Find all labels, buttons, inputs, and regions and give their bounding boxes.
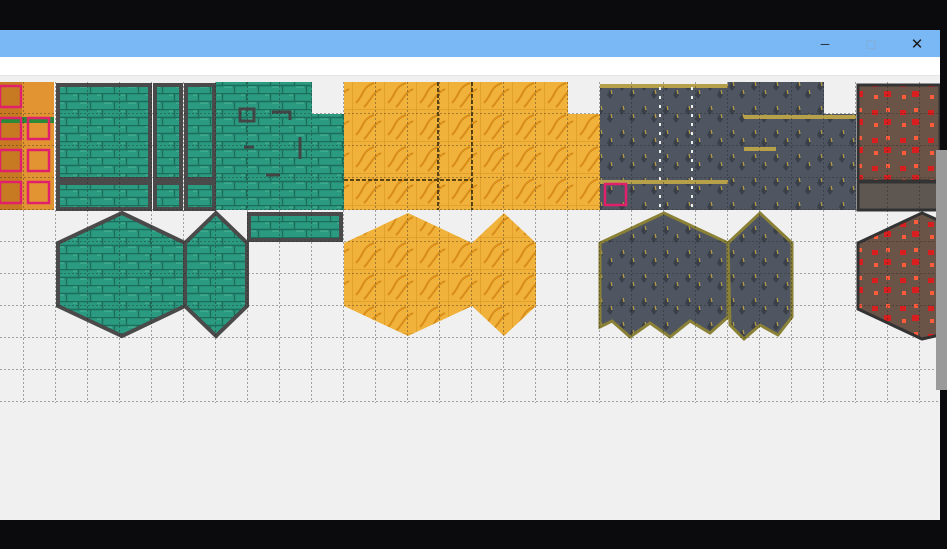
tileset-editor-window: ─ □ ✕ [0,30,940,520]
grid-overlay [0,82,940,403]
tileset-canvas[interactable] [0,77,940,520]
title-bar[interactable]: ─ □ ✕ [0,30,940,57]
offscreen-tile-edge [936,150,947,390]
tile-grid-svg[interactable] [0,77,940,520]
close-button[interactable]: ✕ [894,30,940,57]
maximize-icon: □ [866,35,876,52]
minimize-button[interactable]: ─ [802,30,848,57]
minimize-icon: ─ [820,36,830,51]
close-icon: ✕ [910,35,924,53]
maximize-button[interactable]: □ [848,30,894,57]
menu-strip [0,57,940,76]
